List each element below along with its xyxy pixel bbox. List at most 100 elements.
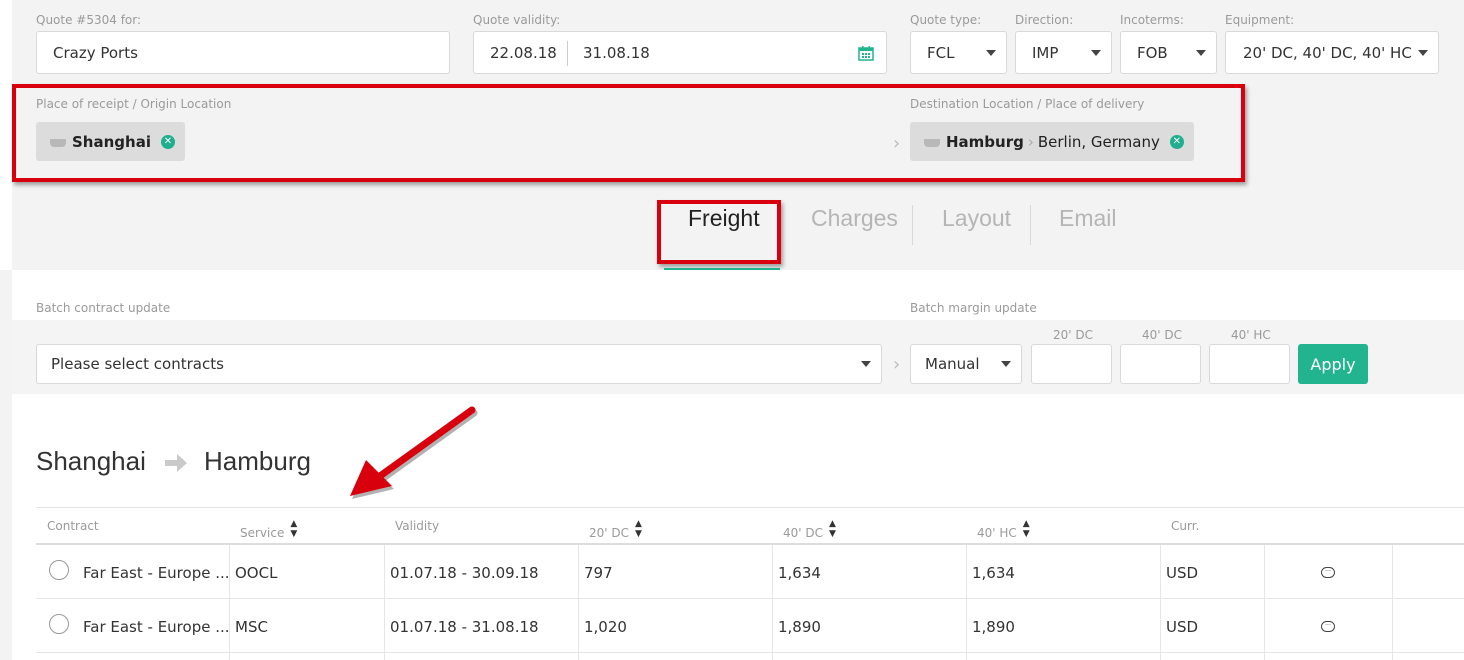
cell-40hc: 1,634: [972, 564, 1015, 582]
cell-20dc: 1,020: [584, 618, 627, 636]
direction-label: Direction:: [1015, 13, 1074, 27]
section-origin: Shanghai: [36, 446, 146, 476]
column-divider: [229, 545, 230, 660]
header-40hc[interactable]: 40' HC ▲ ▼: [977, 519, 1030, 540]
valid-from[interactable]: 22.08.18: [490, 44, 557, 62]
sort-icon[interactable]: ▲ ▼: [290, 519, 297, 539]
origin-name: Shanghai: [72, 132, 151, 151]
tab-divider: [1030, 205, 1031, 245]
margin-20dc-input[interactable]: [1031, 344, 1112, 384]
sort-icon[interactable]: ▲ ▼: [829, 519, 836, 539]
arrow-right-icon: [165, 454, 187, 472]
quote-type-label: Quote type:: [910, 13, 982, 27]
freight-tab-highlight: [657, 200, 781, 264]
quote-type-select[interactable]: FCL: [910, 31, 1007, 74]
tab-charges[interactable]: Charges: [811, 205, 898, 232]
validity-range-input[interactable]: 22.08.18 31.08.18: [473, 31, 887, 74]
customer-value: Crazy Ports: [53, 43, 138, 62]
cell-currency: USD: [1166, 618, 1199, 636]
comment-icon[interactable]: ···: [1321, 621, 1335, 632]
destination-chip[interactable]: Hamburg › Berlin, Germany ✕: [910, 122, 1194, 161]
header-contract: Contract: [47, 519, 99, 533]
cell-service: MSC: [235, 618, 268, 636]
comment-icon[interactable]: ···: [1321, 567, 1335, 578]
incoterms-select[interactable]: FOB: [1120, 31, 1217, 74]
chevron-down-icon: [1418, 49, 1428, 56]
cell-contract: Far East - Europe ...: [83, 564, 230, 582]
chevron-down-icon: [861, 361, 871, 367]
cell-service: OOCL: [235, 564, 278, 582]
margin-40hc-input[interactable]: [1209, 344, 1290, 384]
direction-select[interactable]: IMP: [1015, 31, 1112, 74]
chevron-down-icon: [986, 49, 996, 56]
cell-40dc: 1,890: [778, 618, 821, 636]
remove-origin-icon[interactable]: ✕: [160, 134, 175, 149]
destination-label: Destination Location / Place of delivery: [910, 97, 1145, 111]
header-40hc-label: 40' HC: [977, 526, 1017, 540]
row-select-radio[interactable]: [49, 560, 69, 580]
chevron-down-icon: [1001, 361, 1011, 367]
header-20dc[interactable]: 20' DC ▲ ▼: [589, 519, 642, 540]
incoterms-label: Incoterms:: [1120, 13, 1184, 27]
column-divider: [772, 545, 773, 660]
margin-20dc-label: 20' DC: [1053, 328, 1094, 342]
destination-port: Hamburg: [946, 132, 1024, 151]
apply-button[interactable]: Apply: [1298, 344, 1368, 384]
row-select-radio[interactable]: [49, 614, 69, 634]
customer-input[interactable]: Crazy Ports: [36, 31, 450, 74]
margin-40dc-input[interactable]: [1120, 344, 1201, 384]
route-arrow-icon: ›: [893, 133, 901, 154]
equipment-value: 20' DC, 40' DC, 40' HC: [1243, 43, 1412, 62]
table-top-border: [36, 507, 1464, 508]
annotation-arrow-icon: [350, 406, 478, 499]
origin-label: Place of receipt / Origin Location: [36, 97, 232, 111]
chevron-right-icon: ›: [1027, 132, 1034, 151]
validity-label: Quote validity:: [473, 13, 561, 27]
header-service[interactable]: Service ▲ ▼: [240, 519, 297, 540]
margin-mode-select[interactable]: Manual: [910, 344, 1022, 384]
incoterms-value: FOB: [1137, 43, 1168, 62]
equipment-select[interactable]: 20' DC, 40' DC, 40' HC: [1225, 31, 1439, 74]
sort-icon[interactable]: ▲ ▼: [1023, 519, 1030, 539]
margin-mode-value: Manual: [925, 355, 980, 373]
margin-40dc-label: 40' DC: [1142, 328, 1183, 342]
cell-validity: 01.07.18 - 30.09.18: [390, 564, 539, 582]
cell-contract: Far East - Europe ...: [83, 618, 230, 636]
contract-placeholder: Please select contracts: [51, 355, 224, 373]
batch-margin-label: Batch margin update: [910, 301, 1037, 315]
sort-icon[interactable]: ▲ ▼: [635, 519, 642, 539]
equipment-label: Equipment:: [1225, 13, 1295, 27]
quote-type-value: FCL: [927, 43, 955, 62]
header-validity: Validity: [395, 519, 440, 533]
contract-select[interactable]: Please select contracts: [36, 344, 882, 384]
remove-destination-icon[interactable]: ✕: [1169, 134, 1184, 149]
batch-contract-label: Batch contract update: [36, 301, 171, 315]
chevron-down-icon: [1091, 49, 1101, 56]
chevron-down-icon: [1196, 49, 1206, 56]
header-currency: Curr.: [1171, 519, 1200, 533]
direction-value: IMP: [1032, 43, 1059, 62]
tab-layout[interactable]: Layout: [942, 205, 1011, 232]
tab-divider: [912, 205, 913, 245]
cell-currency: USD: [1166, 564, 1199, 582]
header-20dc-label: 20' DC: [589, 526, 630, 540]
column-divider: [384, 545, 385, 660]
chevron-right-icon: ›: [893, 354, 901, 375]
valid-to[interactable]: 31.08.18: [583, 44, 650, 62]
origin-chip[interactable]: Shanghai ✕: [36, 122, 185, 161]
cell-20dc: 797: [584, 564, 613, 582]
column-divider: [1264, 545, 1265, 660]
calendar-icon[interactable]: [858, 46, 874, 61]
cell-40dc: 1,634: [778, 564, 821, 582]
column-divider: [966, 545, 967, 660]
section-destination: Hamburg: [204, 446, 311, 476]
margin-40hc-label: 40' HC: [1231, 328, 1271, 342]
column-divider: [1160, 545, 1161, 660]
header-40dc[interactable]: 40' DC ▲ ▼: [783, 519, 836, 540]
header-40dc-label: 40' DC: [783, 526, 824, 540]
ship-icon: [924, 138, 940, 147]
row-divider: [36, 598, 1464, 599]
column-divider: [578, 545, 579, 660]
column-divider: [1392, 545, 1393, 660]
tab-email[interactable]: Email: [1059, 205, 1117, 232]
